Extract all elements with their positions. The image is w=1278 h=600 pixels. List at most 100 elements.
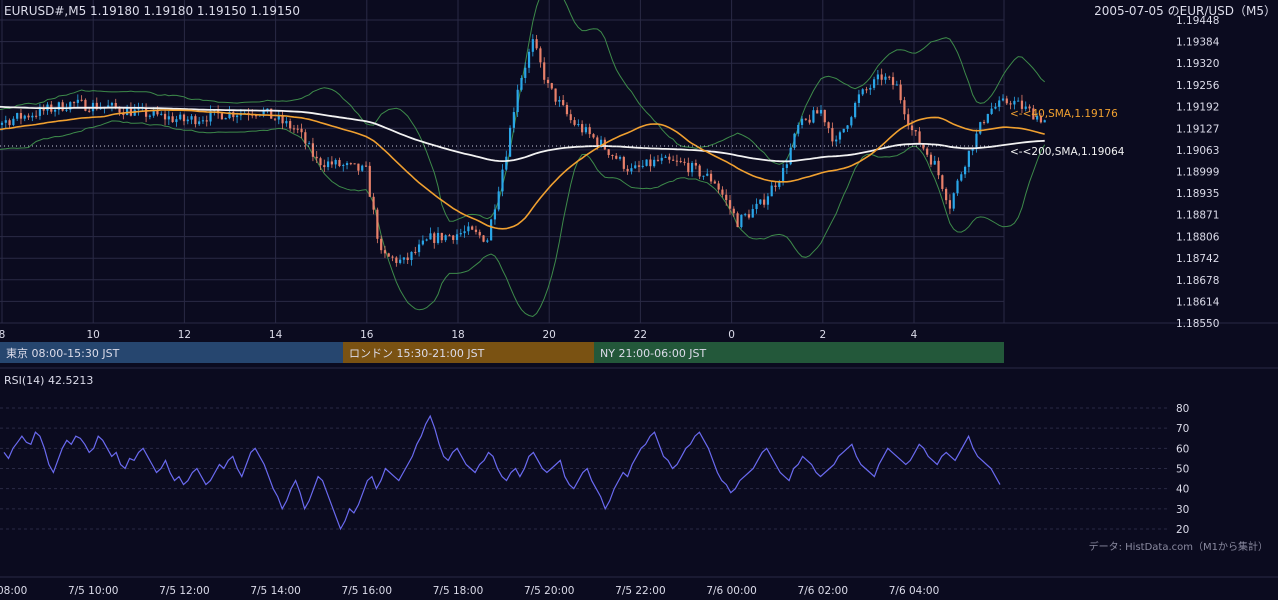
candle-body — [948, 200, 952, 209]
candle-body — [357, 163, 360, 171]
candle-body — [891, 77, 895, 85]
candle-body — [816, 110, 819, 114]
candle-body — [672, 159, 675, 161]
candle-body — [201, 120, 205, 122]
rsi-tick-label: 20 — [1176, 524, 1189, 536]
candle-body — [508, 127, 512, 157]
candle-body — [1005, 98, 1008, 104]
candle-body — [516, 89, 519, 113]
candle-body — [395, 257, 398, 263]
candle-body — [326, 161, 330, 168]
candle-body — [380, 238, 383, 251]
candle-body — [744, 214, 747, 216]
candle-body — [433, 233, 436, 243]
rsi-axis: 80 70 60 50 40 30 20 — [1176, 403, 1189, 536]
candle-body — [1013, 100, 1016, 105]
candle-body — [550, 83, 553, 89]
candlesticks — [0, 34, 1046, 267]
candle-body — [835, 139, 838, 142]
hour-tick-label: 10 — [87, 329, 100, 341]
candle-body — [520, 77, 523, 90]
hour-tick-label: 16 — [360, 329, 374, 341]
candle-body — [630, 168, 633, 172]
time-tick-label: 7/5 10:00 — [68, 585, 119, 597]
candle-body — [387, 253, 390, 257]
candle-body — [1001, 98, 1005, 101]
price-tick-label: 1.18742 — [1176, 253, 1219, 265]
candle-body — [910, 125, 914, 131]
candle-body — [205, 120, 208, 122]
time-tick-label: 7/6 00:00 — [706, 585, 757, 597]
hour-tick-label: 14 — [269, 329, 283, 341]
candle-body — [126, 107, 129, 116]
candle-body — [361, 165, 364, 171]
candle-body — [854, 102, 857, 118]
candle-body — [683, 161, 686, 163]
candle-body — [554, 88, 557, 102]
candle-body — [368, 165, 371, 197]
sma40-label: <-<40,SMA,1.19176 — [1010, 108, 1118, 120]
moving-averages — [0, 105, 1045, 230]
candle-body — [535, 39, 538, 49]
candle-body — [740, 214, 743, 228]
candle-body — [963, 166, 967, 175]
candle-body — [884, 76, 887, 80]
rsi-label: RSI(14) 42.5213 — [4, 374, 93, 387]
candle-body — [539, 48, 542, 63]
candle-body — [194, 116, 197, 125]
candle-body — [440, 232, 443, 241]
candle-body — [399, 259, 402, 263]
candle-body — [615, 155, 618, 159]
candle-body — [190, 116, 193, 120]
candle-body — [220, 113, 224, 120]
candle-body — [1017, 100, 1020, 102]
price-tick-label: 1.19256 — [1176, 80, 1220, 92]
candle-body — [899, 84, 902, 101]
candle-body — [323, 165, 326, 168]
candle-body — [998, 100, 1001, 107]
candle-body — [823, 109, 826, 123]
candle-body — [425, 239, 428, 241]
candle-body — [0, 122, 4, 125]
candle-body — [562, 99, 565, 105]
candle-body — [725, 194, 728, 201]
candle-body — [110, 103, 114, 106]
candle-body — [770, 185, 773, 197]
candle-body — [653, 159, 656, 167]
candle-body — [656, 159, 660, 161]
hour-tick-label: 0 — [728, 329, 735, 341]
candle-body — [292, 128, 296, 130]
chart-canvas: 8 10 12 14 16 18 20 22 0 2 4 1.194481.193841.19320… — [0, 0, 1278, 597]
candle-body — [622, 157, 625, 169]
candle-body — [645, 159, 648, 166]
candle-body — [649, 159, 652, 167]
candle-body — [698, 165, 701, 177]
candle-body — [61, 102, 64, 111]
chart-title: 2005-07-05 のEUR/USD（M5） — [1094, 4, 1276, 18]
candle-body — [558, 99, 561, 102]
candle-body — [869, 87, 872, 90]
candle-body — [800, 118, 804, 125]
candle-body — [641, 165, 644, 167]
candle-body — [755, 203, 758, 210]
candle-body — [914, 130, 917, 132]
candle-body — [482, 235, 485, 242]
candle-body — [315, 156, 318, 159]
candle-body — [417, 244, 421, 253]
candle-body — [979, 122, 982, 134]
candle-body — [289, 121, 292, 129]
candle-body — [592, 134, 595, 138]
candle-body — [281, 115, 284, 124]
candle-body — [471, 226, 474, 230]
candle-body — [675, 160, 679, 162]
hour-tick-label: 20 — [543, 329, 556, 341]
candle-body — [702, 175, 705, 177]
candle-body — [781, 167, 785, 182]
candle-body — [421, 240, 424, 245]
candle-body — [918, 131, 921, 144]
hour-tick-label: 18 — [451, 329, 464, 341]
candle-body — [759, 199, 762, 204]
price-tick-label: 1.19192 — [1176, 101, 1219, 113]
candle-body — [994, 106, 997, 109]
candle-body — [952, 193, 955, 209]
